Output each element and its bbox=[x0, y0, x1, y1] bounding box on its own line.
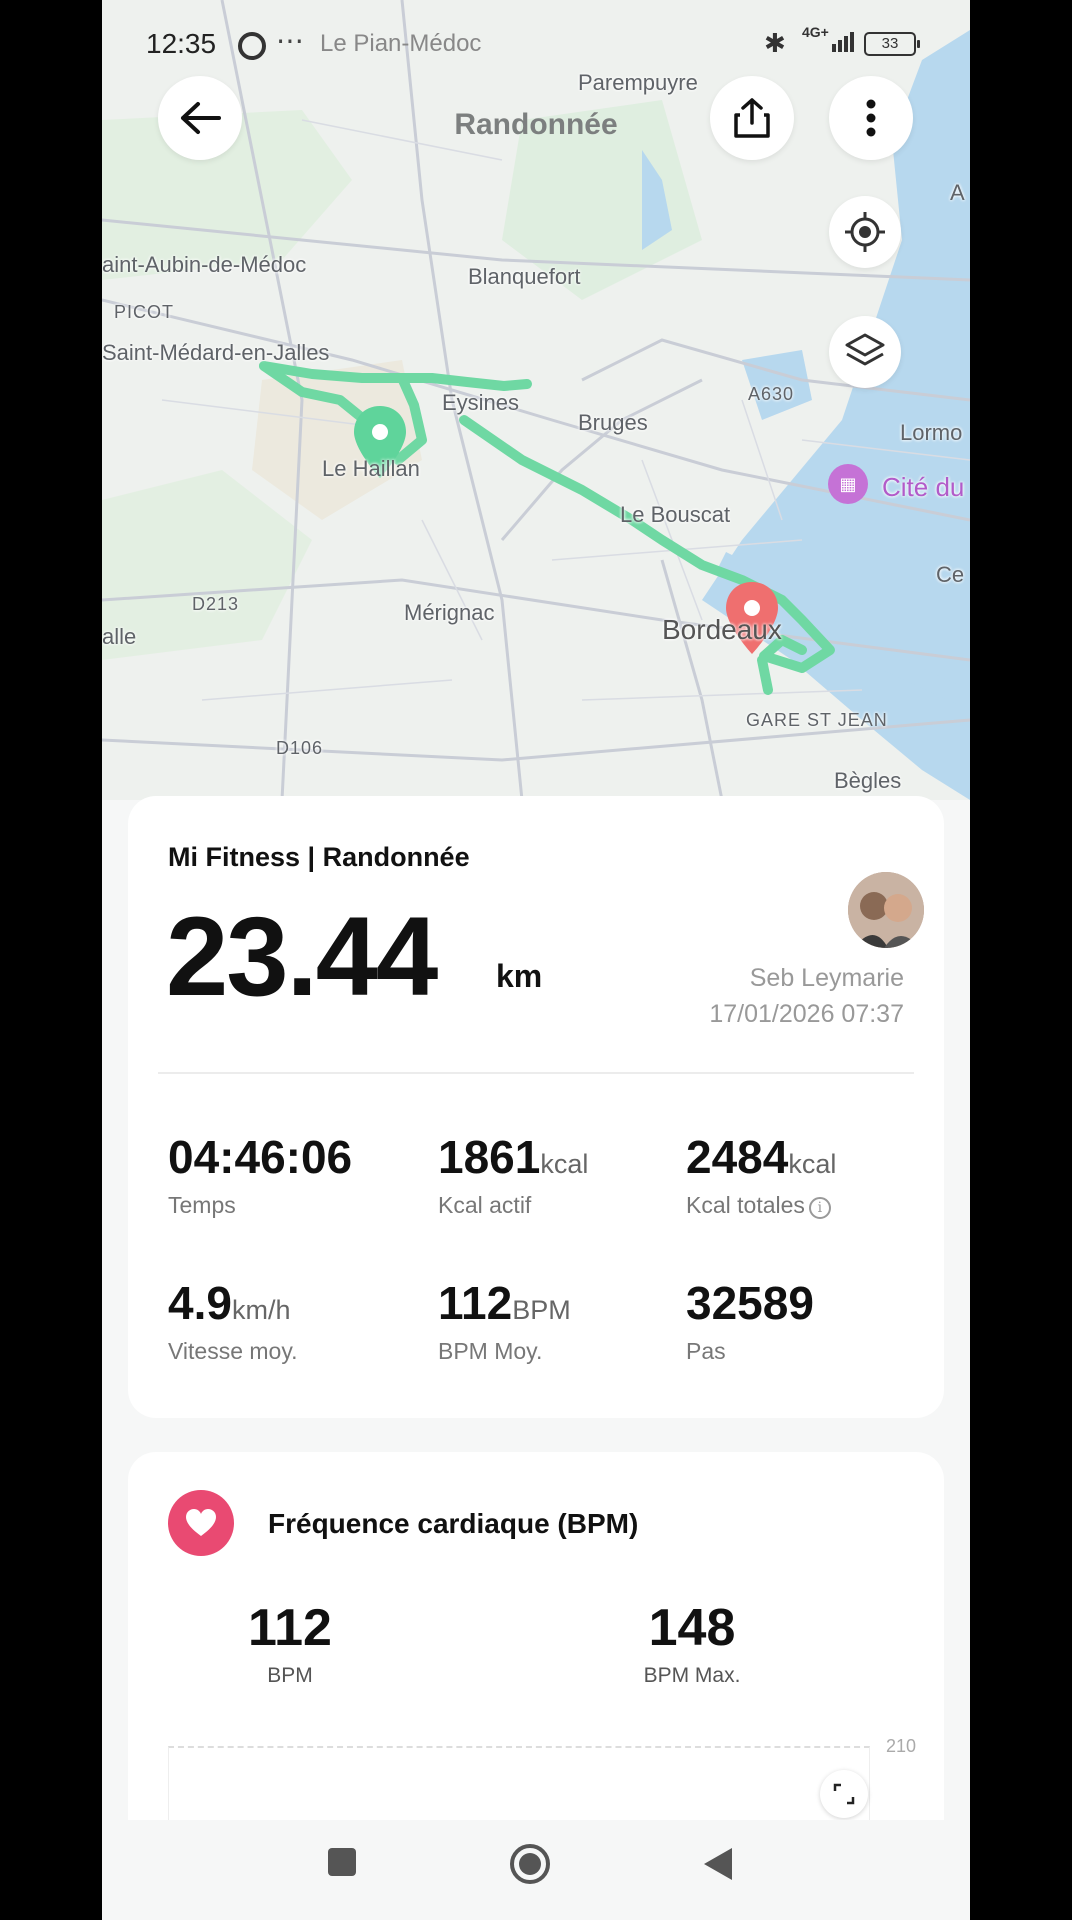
signal-icon bbox=[832, 32, 854, 52]
activity-datetime: 17/01/2026 07:37 bbox=[709, 1000, 904, 1028]
notification-circle-icon bbox=[238, 32, 266, 60]
map-label: Mérignac bbox=[404, 600, 495, 625]
stat-value: 4.9 bbox=[168, 1277, 232, 1329]
activity-detail-screen: Parempuyre aint-Aubin-de-Médoc Blanquefo… bbox=[102, 0, 970, 1920]
map-label: Ce bbox=[936, 562, 965, 587]
activity-summary-card: Mi Fitness | Randonnée 23.44 km Seb Leym… bbox=[128, 796, 944, 1418]
stat-label: Pas bbox=[686, 1338, 726, 1364]
layers-icon bbox=[845, 333, 885, 366]
map-label: aint-Aubin-de-Médoc bbox=[102, 252, 307, 277]
distance-unit: km bbox=[496, 958, 543, 994]
my-location-button[interactable] bbox=[829, 196, 901, 268]
app-activity-title: Mi Fitness | Randonnée bbox=[168, 842, 470, 872]
museum-poi-icon[interactable]: ▦ bbox=[828, 464, 868, 504]
stat-duration: 04:46:06 Temps bbox=[168, 1130, 352, 1219]
status-location: Le Pian-Médoc bbox=[320, 30, 482, 57]
max-bpm-label: BPM Max. bbox=[643, 1664, 741, 1687]
map-label: PICOT bbox=[114, 302, 175, 322]
status-bar: 12:35 ⋯ Le Pian-Médoc ✱ 4G+ 33 bbox=[102, 0, 970, 88]
stat-active-kcal: 1861kcal Kcal actif bbox=[438, 1130, 588, 1219]
share-button[interactable] bbox=[710, 76, 794, 160]
share-icon bbox=[734, 98, 770, 138]
battery-icon: 33 bbox=[864, 32, 920, 56]
user-name: Seb Leymarie bbox=[749, 964, 904, 992]
map-label: GARE ST JEAN bbox=[746, 710, 888, 730]
back-nav-button[interactable] bbox=[702, 1846, 734, 1882]
max-bpm-metric: 148 BPM Max. bbox=[592, 1598, 792, 1688]
stat-unit: kcal bbox=[540, 1149, 589, 1179]
map-label: D106 bbox=[276, 738, 324, 758]
map-label: Lormo bbox=[900, 420, 963, 445]
map-label: Le Bouscat bbox=[620, 502, 731, 527]
expand-chart-button[interactable] bbox=[820, 1770, 868, 1818]
expand-icon bbox=[833, 1783, 855, 1805]
stat-value: 32589 bbox=[686, 1277, 814, 1329]
stat-value: 112 bbox=[438, 1277, 513, 1329]
heart-icon bbox=[168, 1490, 234, 1556]
system-navigation-bar bbox=[102, 1820, 970, 1920]
stat-steps: 32589 Pas bbox=[686, 1276, 814, 1365]
map-layers-button[interactable] bbox=[829, 316, 901, 388]
home-button[interactable] bbox=[508, 1842, 552, 1886]
stat-label: Vitesse moy. bbox=[168, 1338, 298, 1364]
avg-bpm-label: BPM bbox=[267, 1664, 313, 1687]
network-type: 4G+ bbox=[802, 24, 829, 40]
stat-label: Temps bbox=[168, 1192, 236, 1218]
stat-value: 2484 bbox=[686, 1131, 789, 1183]
avg-bpm-metric: 112 BPM bbox=[190, 1598, 390, 1688]
map-label: Le Haillan bbox=[322, 456, 420, 481]
recents-button[interactable] bbox=[326, 1846, 358, 1878]
map-label: Cité du bbox=[882, 472, 965, 502]
status-time: 12:35 bbox=[146, 28, 217, 59]
stat-label: BPM Moy. bbox=[438, 1338, 543, 1364]
avg-bpm-value: 112 bbox=[248, 1599, 332, 1657]
map-label: A630 bbox=[748, 384, 795, 404]
more-notifications-icon: ⋯ bbox=[276, 25, 304, 56]
map-label: Saint-Médard-en-Jalles bbox=[102, 340, 330, 365]
stat-unit: kcal bbox=[788, 1149, 837, 1179]
stat-value: 1861 bbox=[438, 1131, 541, 1183]
stat-total-kcal: 2484kcal Kcal totales i bbox=[686, 1130, 836, 1219]
stat-avg-bpm: 112BPM BPM Moy. bbox=[438, 1276, 571, 1365]
more-options-button[interactable] bbox=[829, 76, 913, 160]
map-label: Eysines bbox=[442, 390, 520, 415]
map-label: A bbox=[950, 180, 965, 205]
max-bpm-value: 148 bbox=[648, 1599, 736, 1657]
crosshair-icon bbox=[845, 212, 885, 252]
map-label: Bruges bbox=[578, 410, 648, 435]
stat-unit: BPM bbox=[512, 1295, 571, 1325]
stat-value: 04:46:06 bbox=[168, 1131, 353, 1183]
chart-y-max-label: 210 bbox=[886, 1736, 917, 1756]
divider bbox=[158, 1072, 914, 1074]
distance-value: 23.44 bbox=[166, 894, 438, 1019]
map-label: D213 bbox=[192, 594, 240, 614]
bluetooth-icon: ✱ bbox=[764, 28, 786, 58]
stat-label: Kcal totales bbox=[686, 1192, 805, 1218]
map-label: alle bbox=[102, 624, 137, 649]
stat-label: Kcal actif bbox=[438, 1192, 532, 1218]
more-vertical-icon bbox=[866, 99, 876, 137]
map-label: Bègles bbox=[834, 768, 902, 793]
avatar[interactable] bbox=[848, 872, 924, 948]
map-label: Blanquefort bbox=[468, 264, 581, 289]
map-label: Bordeaux bbox=[662, 614, 782, 645]
stat-avg-speed: 4.9km/h Vitesse moy. bbox=[168, 1276, 298, 1365]
stat-unit: km/h bbox=[231, 1295, 291, 1325]
info-icon[interactable]: i bbox=[808, 1197, 831, 1219]
heart-rate-title: Fréquence cardiaque (BPM) bbox=[268, 1508, 639, 1539]
